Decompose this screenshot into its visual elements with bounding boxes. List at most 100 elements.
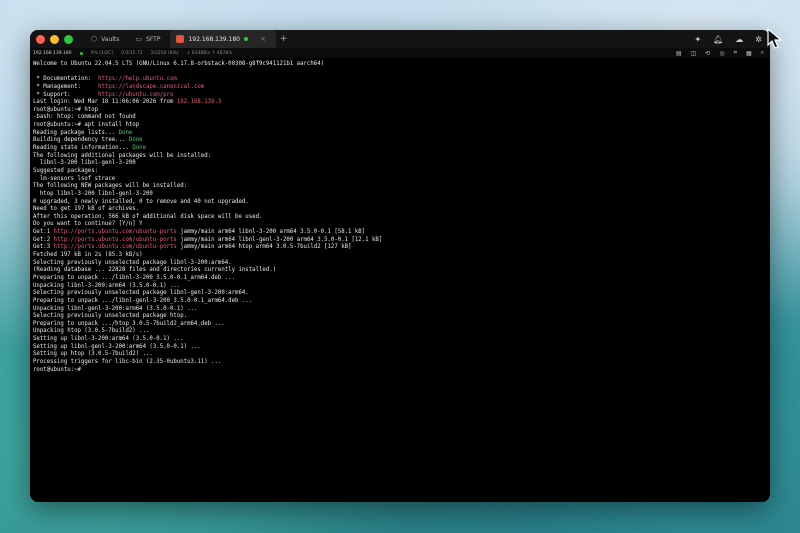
titlebar-actions: ✦ 🔔︎ ☁︎ ✲ xyxy=(694,30,762,48)
session-statusbar: 192.168.139.180 0% (1/2C) 0.0/15.72 2/22… xyxy=(30,48,770,58)
terminal-line: Setting up htop (3.0.5-7build2) ... xyxy=(33,351,767,359)
tab-label: Vaults xyxy=(101,35,120,43)
status-cpu: 0% (1/2C) xyxy=(90,50,114,56)
search-icon[interactable]: ⌕ xyxy=(761,49,764,57)
terminal-line: The following NEW packages will be insta… xyxy=(33,183,767,191)
history-icon[interactable]: ⟲ xyxy=(705,50,710,57)
terminal-text: * Management: xyxy=(33,83,99,90)
terminal-text: https://help.ubuntu.com xyxy=(98,76,177,83)
terminal-line: Unpacking htop (3.0.5-7build2) ... xyxy=(33,328,767,336)
terminal-line: Do you want to continue? [Y/n] Y xyxy=(33,221,767,229)
terminal-text: libnl-3-200 libnl-genl-3-200 xyxy=(33,160,136,167)
tab-ssh-session[interactable]: 192.168.139.180 × xyxy=(170,30,276,48)
terminal-text: Building dependency tree... xyxy=(33,137,129,144)
terminal-text: lm-sensors lsof strace xyxy=(33,175,116,182)
terminal-text: jammy/main arm64 libnl-3-200 arm64 3.5.0… xyxy=(176,229,366,236)
terminal-line: libnl-3-200 libnl-genl-3-200 xyxy=(33,160,767,168)
terminal-line: root@ubuntu:~# htop xyxy=(33,107,767,115)
terminal-text: Processing triggers for libc-bin (2.35-0… xyxy=(33,358,222,365)
connected-indicator xyxy=(243,37,248,41)
terminal-line: Processing triggers for libc-bin (2.35-0… xyxy=(33,359,767,367)
folder-icon: ▭ xyxy=(135,35,143,43)
terminal-line: -bash: htop: command not found xyxy=(33,114,767,122)
terminal-line: * Documentation: https://help.ubuntu.com xyxy=(33,76,767,84)
terminal-text: 192.168.139.3 xyxy=(176,99,222,106)
terminal-text: Unpacking htop (3.0.5-7build2) ... xyxy=(33,328,150,335)
terminal-text: The following NEW packages will be insta… xyxy=(33,183,188,190)
terminal-text: Get:2 xyxy=(33,236,54,243)
terminal-text: Selecting previously unselected package … xyxy=(33,259,232,266)
status-host: 192.168.139.180 xyxy=(33,50,72,56)
status-dot xyxy=(79,51,83,55)
terminal-line: Need to get 197 kB of archives. xyxy=(33,206,767,214)
terminal-line: The following additional packages will b… xyxy=(33,153,767,161)
terminal-text: Reading package lists... xyxy=(33,129,119,136)
terminal-text: Do you want to continue? [Y/n] Y xyxy=(33,221,143,228)
maximize-window-button[interactable] xyxy=(64,34,73,44)
close-tab-button[interactable]: × xyxy=(260,35,266,43)
new-tab-button[interactable]: + xyxy=(280,34,288,44)
terminal-text: -bash: htop: command not found xyxy=(33,114,136,121)
tab-vaults[interactable]: ⬡ Vaults xyxy=(85,30,129,48)
terminal-text: (Reading database ... 22828 files and di… xyxy=(33,267,277,274)
terminal-text: Last login: Wed Mar 18 11:06:06 2026 fro… xyxy=(33,99,177,106)
terminal-text: Need to get 197 kB of archives. xyxy=(33,206,140,213)
terminal-text: jammy/main arm64 htop arm64 3.0.5-7build… xyxy=(176,244,352,251)
terminal-line: Fetched 197 kB in 2s (85.3 kB/s) xyxy=(33,252,767,260)
terminal-text: Preparing to unpack .../libnl-genl-3-200… xyxy=(33,297,253,304)
terminal-text: Setting up libnl-3-200:arm64 (3.5.0-0.1)… xyxy=(33,336,184,343)
terminal-line: Setting up libnl-3-200:arm64 (3.5.0-0.1)… xyxy=(33,336,767,344)
terminal-line: Preparing to unpack .../htop_3.0.5-7buil… xyxy=(33,321,767,329)
terminal-line: Unpacking libnl-3-200:arm64 (3.5.0-0.1) … xyxy=(33,283,767,291)
tab-label: SFTP xyxy=(146,35,161,43)
terminal-line: 0 upgraded, 3 newly installed, 0 to remo… xyxy=(33,199,767,207)
status-mem: 2/2250 (8%) xyxy=(150,50,179,56)
terminal-text: https://landscape.canonical.com xyxy=(98,83,205,90)
terminal-text: http://ports.ubuntu.com/ubuntu-ports xyxy=(53,229,177,236)
terminal-line: After this operation, 566 kB of addition… xyxy=(33,214,767,222)
terminal-line: Get:2 http://ports.ubuntu.com/ubuntu-por… xyxy=(33,237,767,245)
terminal-text: http://ports.ubuntu.com/ubuntu-ports xyxy=(53,244,177,251)
terminal-line: root@ubuntu:~# apt install htop xyxy=(33,122,767,130)
terminal-line: root@ubuntu:~# xyxy=(33,367,767,375)
terminal-text: After this operation, 566 kB of addition… xyxy=(33,213,263,220)
palette-icon[interactable]: ◎ xyxy=(719,50,724,57)
tab-label: 192.168.139.180 xyxy=(188,35,240,43)
terminal-line: Setting up libnl-genl-3-200:arm64 (3.5.0… xyxy=(33,344,767,352)
terminal-text: Setting up libnl-genl-3-200:arm64 (3.5.0… xyxy=(33,343,201,350)
folder-icon[interactable]: ▤ xyxy=(676,50,682,57)
split-icon[interactable]: ◫ xyxy=(691,50,697,57)
terminal-line: Last login: Wed Mar 18 11:06:06 2026 fro… xyxy=(33,99,767,107)
terminal-text: Reading state information... xyxy=(33,145,133,152)
terminal-text: Suggested packages: xyxy=(33,167,99,174)
terminal-text: Unpacking libnl-3-200:arm64 (3.5.0-0.1) … xyxy=(33,282,181,289)
terminal-text: Unpacking libnl-genl-3-200:arm64 (3.5.0-… xyxy=(33,305,198,312)
terminal-line: Selecting previously unselected package … xyxy=(33,290,767,298)
terminal-output[interactable]: Welcome to Ubuntu 22.04.5 LTS (GNU/Linux… xyxy=(30,58,770,377)
terminal-line: Reading package lists... Done xyxy=(33,130,767,138)
terminal-line: Building dependency tree... Done xyxy=(33,137,767,145)
bell-icon[interactable]: 🔔︎ xyxy=(713,35,723,44)
status-load: 0.0/15.72 xyxy=(121,50,143,56)
terminal-text: * Support: xyxy=(33,91,99,98)
tab-sftp[interactable]: ▭ SFTP xyxy=(129,30,170,48)
terminal-line: * Management: https://landscape.canonica… xyxy=(33,84,767,92)
vault-icon: ⬡ xyxy=(91,35,98,43)
terminal-text: Fetched 197 kB in 2s (85.3 kB/s) xyxy=(33,252,143,259)
terminal-text: Selecting previously unselected package … xyxy=(33,313,188,320)
terminal-text: jammy/main arm64 libnl-genl-3-200 arm64 … xyxy=(176,236,383,243)
terminal-text: Done xyxy=(118,129,133,136)
sparkle-icon[interactable]: ✦ xyxy=(694,35,701,44)
terminal-window: ⬡ Vaults ▭ SFTP 192.168.139.180 × + ✦ 🔔︎… xyxy=(30,30,770,502)
status-net: ↓ 6338B/s ↑ 487B/s xyxy=(186,50,233,56)
layout-icon[interactable]: ▦ xyxy=(746,50,752,57)
terminal-line: Selecting previously unselected package … xyxy=(33,313,767,321)
settings-icon[interactable]: ✲ xyxy=(755,35,762,44)
terminal-line: htop libnl-3-200 libnl-genl-3-200 xyxy=(33,191,767,199)
terminal-text: Done xyxy=(128,137,143,144)
terminal-text: http://ports.ubuntu.com/ubuntu-ports xyxy=(53,236,177,243)
close-window-button[interactable] xyxy=(36,34,45,44)
minimize-window-button[interactable] xyxy=(50,34,59,44)
cloud-icon[interactable]: ☁︎ xyxy=(735,35,743,44)
code-icon[interactable]: ⌗ xyxy=(734,49,737,57)
